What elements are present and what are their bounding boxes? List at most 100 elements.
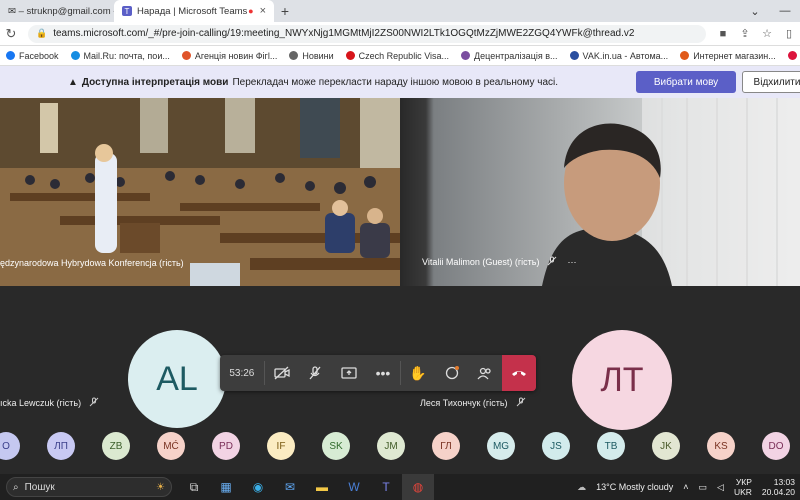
mic-off-button[interactable] xyxy=(299,355,333,391)
task-view-icon[interactable]: ⧉ xyxy=(178,474,210,500)
chat-button[interactable] xyxy=(435,355,469,391)
teams-icon: T xyxy=(122,6,132,16)
participant-avatar[interactable]: ГЛ xyxy=(432,432,460,460)
chevron-up-icon[interactable]: ˄ xyxy=(678,482,693,492)
star-icon[interactable]: ☆ xyxy=(756,27,778,40)
participant-avatar[interactable]: ZB xyxy=(102,432,130,460)
participant-avatar[interactable]: JM xyxy=(377,432,405,460)
bookmark-label: Агенція новин Фігl... xyxy=(194,50,278,61)
search-icon: ⌕ xyxy=(13,481,19,493)
mail-icon[interactable]: ✉ xyxy=(274,474,306,500)
camera-icon[interactable]: ■ xyxy=(712,28,734,40)
bookmarks-bar: Facebook Mail.Ru: почта, пои... Агенція но… xyxy=(0,46,800,66)
network-icon[interactable]: ▭ xyxy=(694,482,713,493)
participant-avatar[interactable]: JS xyxy=(542,432,570,460)
participant-avatar[interactable]: SK xyxy=(322,432,350,460)
language-line2: UKR xyxy=(733,487,752,497)
participant-avatar[interactable]: JK xyxy=(652,432,680,460)
bookmark-item[interactable]: VAK.in.ua - Автома... xyxy=(564,51,675,61)
tab-search-icon[interactable]: ⌄ xyxy=(740,5,770,18)
bookmark-favicon-icon xyxy=(787,51,797,60)
window-controls: ⌄ — xyxy=(740,0,800,22)
warning-icon: ▲ xyxy=(68,76,78,88)
share-icon[interactable]: ⇪ xyxy=(734,27,756,40)
browser-tab-bar: ✉ – struknp@gmail.com - Gm × T Нарада | … xyxy=(0,0,800,22)
banner-text: Перекладач може перекласти нараду іншою … xyxy=(232,76,558,88)
mic-off-icon xyxy=(516,397,526,409)
bookmark-label: Децентралізація в... xyxy=(474,50,558,61)
participant-avatar[interactable]: MĆ xyxy=(157,432,185,460)
bookmark-item[interactable]: Mail.Ru: почта, пои... xyxy=(65,51,176,61)
mic-off-icon xyxy=(309,366,321,380)
bookmark-item[interactable]: Децентралізація в... xyxy=(455,51,563,61)
bookmark-label: VAK.in.ua - Автома... xyxy=(582,50,669,61)
bookmark-item[interactable]: Интернет магазин... xyxy=(674,51,782,61)
teams-taskbar-icon[interactable]: T xyxy=(370,474,402,500)
taskbar-search[interactable]: ⌕ Пошук ☀ xyxy=(6,477,172,497)
lock-icon[interactable]: 🔒 xyxy=(36,28,47,39)
bookmark-favicon-icon xyxy=(289,51,299,60)
share-screen-button[interactable] xyxy=(332,355,366,391)
participant-avatar[interactable]: DO xyxy=(762,432,790,460)
participant-name: Леся Тихончук (гість) xyxy=(420,397,526,409)
dismiss-button[interactable]: Відхилити xyxy=(742,71,800,93)
share-screen-icon xyxy=(341,367,357,379)
call-controls-bar: 53:26 ••• ✋ xyxy=(220,355,536,391)
chrome-icon[interactable]: ◍ xyxy=(402,474,434,500)
store-icon[interactable]: ▦ xyxy=(210,474,242,500)
clock[interactable]: 13:03 20.04.20 xyxy=(757,477,800,497)
participant-name: ıcka Lewczuk (гість) xyxy=(0,397,99,409)
caption-text: Vitalii Malimon (Guest) (гість) xyxy=(422,257,540,267)
tab-gmail[interactable]: ✉ – struknp@gmail.com - Gm × xyxy=(0,0,114,22)
raise-hand-button[interactable]: ✋ xyxy=(401,355,435,391)
participant-avatar[interactable]: KS xyxy=(707,432,735,460)
video-tile-guest[interactable]: Vitalii Malimon (Guest) (гість) ··· xyxy=(402,98,800,286)
banner-title: Доступна інтерпретація мови xyxy=(81,76,229,88)
interpretation-banner: ▲ Доступна інтерпретація мови Перекладач… xyxy=(0,66,800,98)
file-explorer-icon[interactable]: ▬ xyxy=(306,474,338,500)
leave-call-button[interactable] xyxy=(502,355,536,391)
bookmark-favicon-icon xyxy=(70,51,80,60)
bookmark-item[interactable]: Агенція новин Фігl... xyxy=(176,51,283,61)
tab-teams[interactable]: T Нарада | Microsoft Teams ● × xyxy=(114,0,274,22)
participant-avatar[interactable]: TB xyxy=(597,432,625,460)
participant-avatar-large: AL xyxy=(128,330,226,428)
bookmark-item[interactable]: Новини xyxy=(283,51,339,61)
weather-text[interactable]: 13°C Mostly cloudy xyxy=(591,482,678,492)
weather-icon: ☁ xyxy=(577,481,587,492)
bookmark-item[interactable]: Czech Republic Visa... xyxy=(340,51,455,61)
participants-button[interactable] xyxy=(468,355,502,391)
language-indicator[interactable]: УКР UKR xyxy=(729,477,757,497)
reload-icon[interactable]: ↻ xyxy=(0,26,22,42)
tab-close-icon[interactable]: × xyxy=(260,5,266,17)
volume-icon[interactable]: ◁ xyxy=(712,482,729,493)
participant-avatar[interactable]: ЛП xyxy=(47,432,75,460)
chat-icon xyxy=(445,366,459,380)
new-tab-button[interactable]: + xyxy=(274,0,296,22)
bookmark-item[interactable]: Facebook xyxy=(0,51,65,61)
minimize-icon[interactable]: — xyxy=(770,5,800,17)
participant-avatar[interactable]: PD xyxy=(212,432,240,460)
participant-avatar[interactable]: O xyxy=(0,432,20,460)
camera-off-button[interactable] xyxy=(265,355,299,391)
mic-off-icon xyxy=(547,256,557,268)
clock-date: 20.04.20 xyxy=(761,487,795,497)
caption-text: ędzynarodowa Hybrydowa Konferencja (гіст… xyxy=(0,258,184,268)
bookmark-favicon-icon xyxy=(181,51,191,60)
sidebar-icon[interactable]: ▯ xyxy=(778,27,800,40)
svg-text:T: T xyxy=(125,7,130,16)
meeting-stage: ędzynarodowa Hybrydowa Konferencja (гіст… xyxy=(0,98,800,474)
word-icon[interactable]: W xyxy=(338,474,370,500)
participant-avatar[interactable]: MG xyxy=(487,432,515,460)
url-field[interactable]: 🔒 teams.microsoft.com/_#/pre-join-callin… xyxy=(28,24,706,43)
participant-avatar-large: ЛТ xyxy=(572,330,672,430)
participant-avatar[interactable]: IF xyxy=(267,432,295,460)
more-actions-button[interactable]: ••• xyxy=(366,355,400,391)
video-tile-conference-room[interactable]: ędzynarodowa Hybrydowa Konferencja (гіст… xyxy=(0,98,400,286)
bookmark-item[interactable]: Poland visa informa... xyxy=(782,51,800,61)
url-text: teams.microsoft.com/_#/pre-join-calling/… xyxy=(53,28,635,39)
language-line1: УКР xyxy=(735,477,752,487)
choose-language-button[interactable]: Вибрати мову xyxy=(636,71,736,93)
edge-icon[interactable]: ◉ xyxy=(242,474,274,500)
more-options-icon[interactable]: ··· xyxy=(567,257,576,267)
